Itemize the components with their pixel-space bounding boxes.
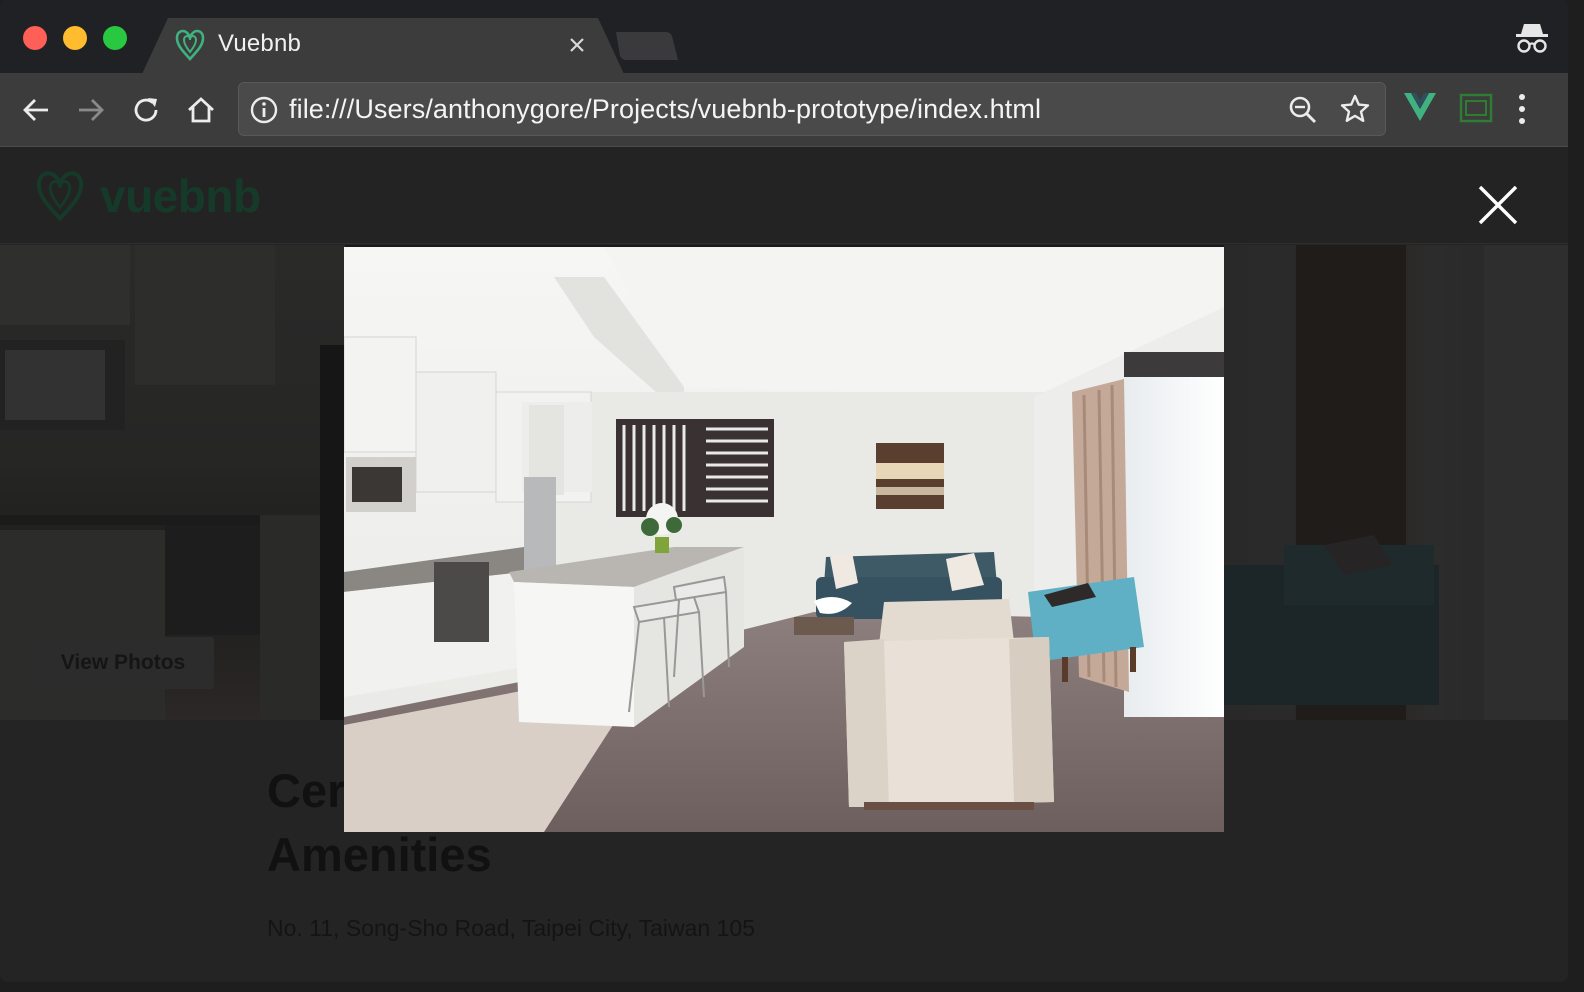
- back-icon[interactable]: [16, 90, 56, 130]
- vuebnb-favicon-icon: [174, 28, 206, 67]
- modal-close-icon[interactable]: [1476, 183, 1520, 227]
- reload-icon[interactable]: [126, 90, 166, 130]
- new-tab-button[interactable]: [612, 30, 680, 67]
- modal-listing-photo: [344, 247, 1224, 832]
- window-maximize-button[interactable]: [103, 26, 127, 50]
- address-url[interactable]: file:///Users/anthonygore/Projects/vuebn…: [289, 94, 1041, 125]
- tab-vuebnb[interactable]: Vuebnb: [142, 18, 624, 74]
- tab-close-icon[interactable]: [566, 34, 588, 56]
- hero-image-right-dimmed: [1224, 245, 1568, 720]
- site-header: vuebnb: [0, 147, 1568, 244]
- star-icon[interactable]: [1339, 93, 1371, 130]
- hero-image-left-dimmed: View Photos: [0, 245, 345, 720]
- tab-shape: [142, 18, 624, 74]
- menu-icon[interactable]: [1516, 91, 1528, 132]
- vue-devtools-icon[interactable]: [1402, 90, 1438, 129]
- browser-window: Vuebnb file:///Users/anthonygore/Project…: [0, 0, 1568, 982]
- forward-icon[interactable]: [71, 90, 111, 130]
- tab-title: Vuebnb: [218, 30, 302, 57]
- window-close-button[interactable]: [23, 26, 47, 50]
- logo-text: vuebnb: [100, 170, 261, 222]
- window-minimize-button[interactable]: [63, 26, 87, 50]
- browser-toolbar: file:///Users/anthonygore/Projects/vuebn…: [0, 73, 1568, 147]
- listing-title-line-2: Amenities: [267, 828, 492, 881]
- zoom-icon[interactable]: [1287, 94, 1319, 131]
- listing-address: No. 11, Song-Sho Road, Taipei City, Taiw…: [267, 915, 755, 941]
- view-photos-button[interactable]: View Photos: [32, 637, 214, 689]
- incognito-icon: [1512, 20, 1552, 61]
- vuebnb-logo-icon: [34, 167, 86, 230]
- cast-icon[interactable]: [1458, 92, 1494, 129]
- info-icon[interactable]: [249, 95, 279, 130]
- address-bar[interactable]: file:///Users/anthonygore/Projects/vuebn…: [238, 82, 1386, 136]
- tab-strip: Vuebnb: [0, 0, 1568, 74]
- home-icon[interactable]: [181, 90, 221, 130]
